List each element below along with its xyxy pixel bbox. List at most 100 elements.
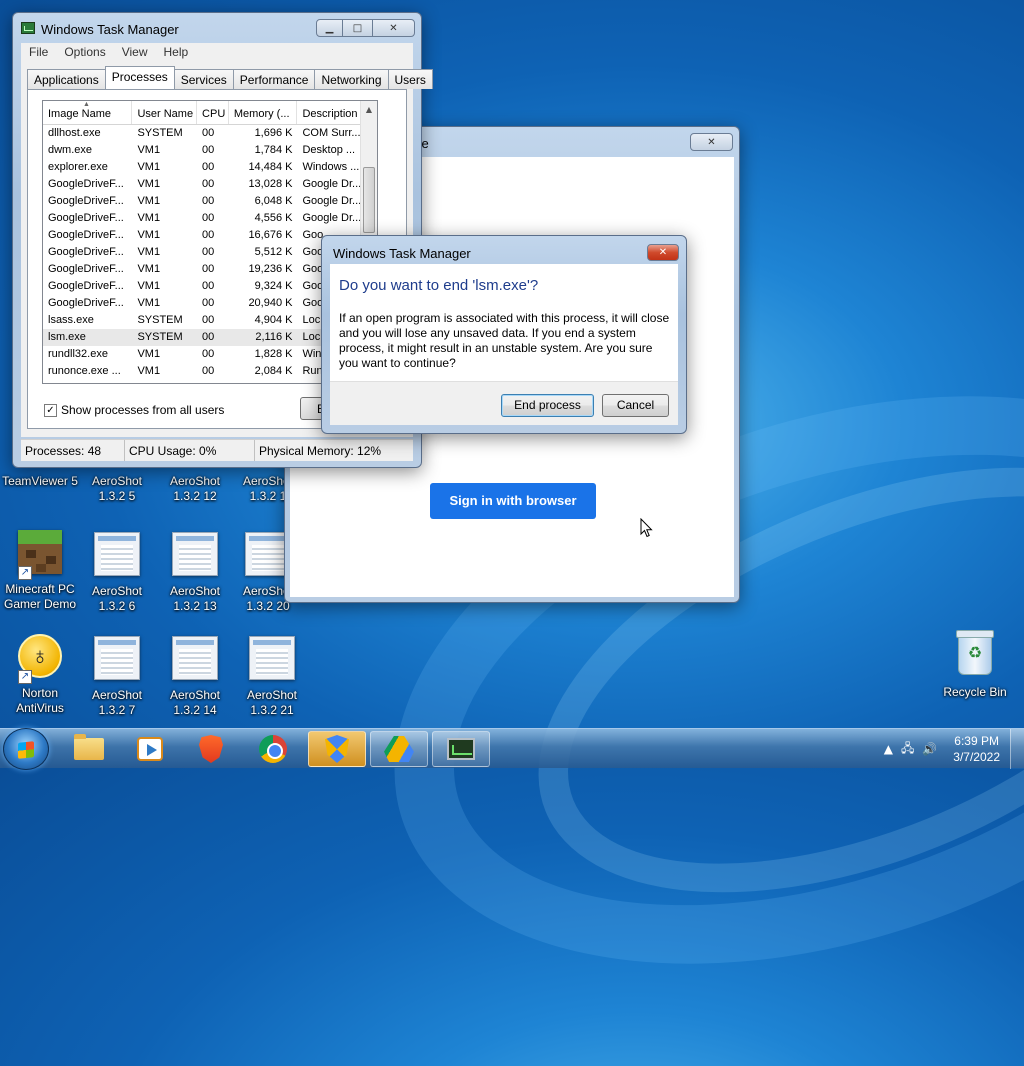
close-button[interactable]: ✕ (647, 244, 679, 261)
close-button[interactable]: ✕ (372, 19, 415, 37)
desktop-icon-label: AeroShot 1.3.2 14 (169, 688, 221, 717)
desktop-icon-aeroshot[interactable]: AeroShot 1.3.2 6 (77, 530, 157, 614)
desktop-icon-label: Norton AntiVirus (16, 686, 64, 715)
cell-cpu: 00 (202, 229, 215, 241)
taskbar-chrome[interactable] (244, 731, 302, 767)
table-row[interactable]: GoogleDriveF... VM1 00 6,048 K Google Dr... (43, 193, 377, 210)
cell-image-name: GoogleDriveF... (48, 178, 124, 190)
menu-file[interactable]: File (21, 43, 56, 63)
menu-options[interactable]: Options (56, 43, 113, 63)
aeroshot-thumbnail-icon (249, 636, 295, 680)
desktop-icon-aeroshot[interactable]: AeroShot 1.3.2 13 (155, 530, 235, 614)
desktop-icon-label: AeroShot 1.3.2 7 (91, 688, 143, 717)
cell-memory: 1,828 K (254, 348, 293, 360)
cell-memory: 2,116 K (255, 331, 293, 343)
desktop-icon-label: AeroShot 1.3.2 13 (169, 584, 221, 613)
cell-cpu: 00 (202, 212, 215, 224)
status-bar: Processes: 48 CPU Usage: 0% Physical Mem… (21, 439, 413, 461)
tab-processes[interactable]: Processes (104, 66, 175, 89)
desktop-icon-minecraft[interactable]: ↗ Minecraft PC Gamer Demo (0, 528, 80, 612)
taskbar-media-player[interactable] (121, 731, 179, 767)
recycle-bin-icon (956, 630, 994, 675)
show-hidden-icons-icon[interactable]: ▲ (884, 742, 893, 756)
start-button[interactable] (3, 728, 49, 770)
cell-cpu: 00 (202, 178, 215, 190)
table-row[interactable]: explorer.exe VM1 00 14,484 K Windows ... (43, 159, 377, 176)
aeroshot-thumbnail-icon (94, 532, 140, 576)
taskbar-security[interactable] (308, 731, 366, 767)
dialog-heading: Do you want to end 'lsm.exe'? (339, 277, 539, 294)
desktop-icon-recycle-bin[interactable]: Recycle Bin (935, 630, 1015, 700)
close-icon: ✕ (707, 136, 716, 148)
column-user-name[interactable]: User Name (132, 101, 198, 124)
desktop-icon-label: TeamViewer 5 (2, 474, 78, 488)
taskbar-explorer[interactable] (60, 731, 118, 767)
cell-memory: 1,784 K (254, 144, 293, 156)
window-title: Windows Task Manager (41, 22, 179, 37)
sort-ascending-icon: ▲ (83, 101, 90, 108)
explorer-icon (74, 734, 104, 760)
taskbar-task-manager[interactable] (432, 731, 490, 767)
tab-applications[interactable]: Applications (27, 69, 106, 89)
tab-performance[interactable]: Performance (232, 69, 316, 89)
cell-user-name: VM1 (137, 365, 161, 377)
cell-cpu: 00 (202, 246, 215, 258)
cancel-button[interactable]: Cancel (602, 394, 669, 417)
brave-icon (199, 735, 223, 763)
cell-user-name: VM1 (137, 297, 161, 309)
cell-user-name: SYSTEM (137, 331, 183, 343)
title-bar[interactable]: Windows Task Manager ▁ □ ✕ (13, 13, 421, 43)
cell-image-name: dllhost.exe (48, 127, 101, 139)
cell-memory: 4,904 K (254, 314, 293, 326)
table-row[interactable]: GoogleDriveF... VM1 00 4,556 K Google Dr... (43, 210, 377, 227)
tab-networking[interactable]: Networking (314, 69, 389, 89)
cell-image-name: GoogleDriveF... (48, 212, 124, 224)
media-player-icon (137, 737, 163, 761)
show-all-users-checkbox[interactable]: ✓ Show processes from all users (44, 403, 224, 417)
tab-services[interactable]: Services (173, 69, 234, 89)
cell-image-name: lsass.exe (48, 314, 94, 326)
menu-bar: File Options View Help (21, 43, 413, 63)
desktop-icon-norton[interactable]: ♁ ↗ Norton AntiVirus (0, 632, 80, 716)
desktop-icon-aeroshot[interactable]: AeroShot 1.3.2 14 (155, 634, 235, 718)
table-row[interactable]: dllhost.exe SYSTEM 00 1,696 K COM Surr... (43, 125, 377, 142)
cell-user-name: VM1 (137, 263, 161, 275)
desktop-icon-aeroshot[interactable]: AeroShot 1.3.2 5 (77, 474, 157, 504)
desktop-icon-aeroshot[interactable]: AeroShot 1.3.2 21 (232, 634, 312, 718)
title-bar[interactable]: Windows Task Manager ✕ (322, 236, 686, 266)
desktop-icon-teamviewer[interactable]: TeamViewer 5 (0, 474, 80, 489)
scrollbar-thumb[interactable] (363, 167, 375, 233)
menu-help[interactable]: Help (156, 43, 197, 63)
column-cpu[interactable]: CPU (197, 101, 229, 124)
close-icon: ✕ (389, 22, 398, 34)
tab-users[interactable]: Users (387, 69, 433, 89)
clock[interactable]: 6:39 PM 3/7/2022 (953, 733, 1000, 765)
show-desktop-button[interactable] (1010, 729, 1024, 769)
table-row[interactable]: GoogleDriveF... VM1 00 13,028 K Google Dr... (43, 176, 377, 193)
close-icon: ✕ (658, 247, 668, 258)
minimize-button[interactable]: ▁ (316, 19, 343, 37)
close-button[interactable]: ✕ (690, 133, 733, 151)
cell-image-name: explorer.exe (48, 161, 108, 173)
cell-cpu: 00 (202, 348, 215, 360)
maximize-button[interactable]: □ (343, 19, 372, 37)
table-row[interactable]: dwm.exe VM1 00 1,784 K Desktop ... (43, 142, 377, 159)
column-memory[interactable]: Memory (... (229, 101, 298, 124)
checkbox-checked-icon[interactable]: ✓ (44, 403, 57, 417)
end-process-dialog[interactable]: Windows Task Manager ✕ Do you want to en… (321, 235, 687, 434)
desktop-icon-aeroshot[interactable]: AeroShot 1.3.2 12 (155, 474, 235, 504)
sign-in-with-browser-button[interactable]: Sign in with browser (430, 483, 596, 519)
menu-view[interactable]: View (114, 43, 156, 63)
cell-image-name: GoogleDriveF... (48, 280, 124, 292)
taskbar-google-drive[interactable] (370, 731, 428, 767)
cell-image-name: GoogleDriveF... (48, 229, 124, 241)
desktop-icon-aeroshot[interactable]: AeroShot 1.3.2 7 (77, 634, 157, 718)
volume-icon[interactable]: 🔊 (922, 742, 937, 756)
network-icon[interactable]: 🖧 (901, 739, 914, 760)
cell-image-name: rundll32.exe (48, 348, 108, 360)
taskbar-brave[interactable] (182, 731, 240, 767)
column-image-name[interactable]: ▲ Image Name (43, 101, 133, 124)
scroll-up-icon[interactable]: ▲ (361, 101, 377, 118)
end-process-confirm-button[interactable]: End process (501, 394, 594, 417)
status-processes: Processes: 48 (21, 440, 125, 461)
